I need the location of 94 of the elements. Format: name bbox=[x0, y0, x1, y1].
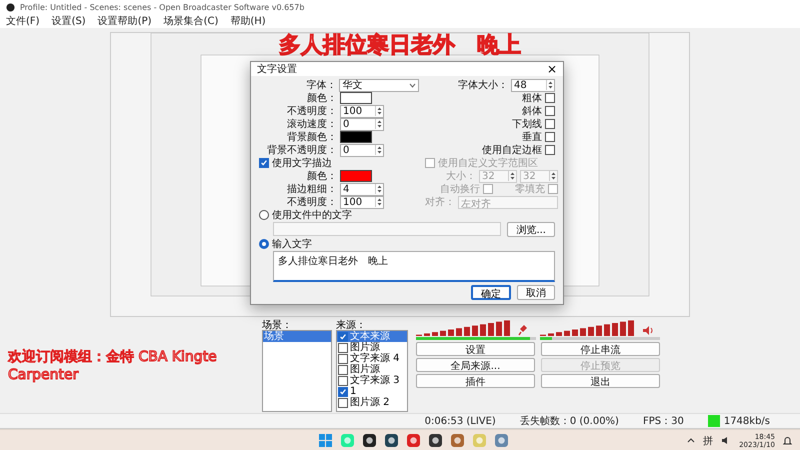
font-dropdown[interactable]: 华文 bbox=[339, 78, 419, 92]
chevron-down-icon bbox=[409, 82, 416, 88]
field-label: 不透明度： bbox=[286, 196, 337, 209]
overlay-caption: 欢迎订阅模组：金特 CBA Kingte Carpenter bbox=[8, 348, 218, 384]
checkbox-label: 自动换行 bbox=[440, 183, 480, 196]
field-label: 字体： bbox=[305, 78, 336, 92]
checkbox[interactable] bbox=[545, 145, 555, 155]
scene-item[interactable]: 场景 bbox=[263, 331, 331, 342]
checkbox-label: 使用自定边框 bbox=[482, 144, 542, 157]
checkbox[interactable] bbox=[338, 386, 348, 396]
file-path-field[interactable] bbox=[273, 222, 502, 236]
checkbox-label: 零填充 bbox=[515, 182, 545, 196]
app-icon[interactable] bbox=[363, 434, 376, 447]
checkbox[interactable] bbox=[545, 106, 555, 116]
field-label: 背景颜色： bbox=[286, 130, 337, 144]
checkbox[interactable] bbox=[338, 354, 348, 364]
close-button[interactable]: × bbox=[546, 62, 557, 76]
number-spinner[interactable]: 48 bbox=[511, 78, 555, 92]
fps-reading: FPS：30 bbox=[642, 415, 684, 428]
volume-slider[interactable] bbox=[416, 337, 536, 340]
checkbox[interactable] bbox=[338, 342, 348, 352]
speaker-icon[interactable] bbox=[642, 325, 654, 336]
app-icon[interactable] bbox=[385, 434, 398, 447]
chevron-up-icon[interactable] bbox=[687, 438, 696, 443]
checkbox-label: 使用文字描边 bbox=[272, 156, 332, 170]
checkbox[interactable] bbox=[338, 332, 348, 342]
checkbox-label: 粗体 bbox=[522, 92, 542, 105]
color-swatch[interactable] bbox=[340, 131, 372, 143]
window-title: Profile: Untitled - Scenes: scenes - Open Broadcaster Software v0.657b bbox=[20, 2, 304, 12]
field-label: 颜色： bbox=[306, 170, 337, 183]
ok-button[interactable]: 确定 bbox=[471, 285, 511, 300]
bell-icon[interactable] bbox=[783, 436, 792, 446]
stream-time: 0:06:53 (LIVE) bbox=[424, 416, 496, 426]
field-label: 描边粗细： bbox=[286, 182, 337, 196]
checkbox[interactable] bbox=[545, 132, 555, 142]
text-input-area[interactable]: 多人排位寒日老外 晚上 bbox=[273, 251, 555, 282]
checkbox[interactable] bbox=[545, 119, 555, 129]
checkbox[interactable] bbox=[338, 398, 348, 408]
cancel-button[interactable]: 取消 bbox=[517, 285, 555, 300]
source-item[interactable]: 文字来源 4 bbox=[350, 353, 400, 364]
field-label: 大小： bbox=[446, 170, 476, 183]
source-item[interactable]: 文字来源 3 bbox=[350, 375, 400, 386]
start-icon[interactable] bbox=[319, 434, 332, 447]
checkbox-label: 使用自定义文字范围区 bbox=[438, 156, 538, 170]
field-label: 滚动速度： bbox=[286, 118, 337, 131]
number-spinner[interactable]: 100 bbox=[340, 104, 384, 118]
overlay-title: 多人排位寒日老外 晚上 bbox=[279, 33, 521, 58]
ime-indicator[interactable]: 拼 bbox=[703, 434, 714, 448]
radio-label: 使用文件中的文字 bbox=[272, 208, 352, 222]
checkbox-label: 垂直 bbox=[522, 130, 542, 144]
source-item[interactable]: 图片源 bbox=[350, 342, 380, 353]
checkbox[interactable] bbox=[338, 376, 348, 386]
app-logo-icon bbox=[6, 2, 15, 12]
field-label: 字体大小： bbox=[458, 78, 508, 92]
menu-item[interactable]: 文件(F) bbox=[6, 14, 40, 28]
checkbox-label: 斜体 bbox=[522, 104, 542, 118]
field-label: 不透明度： bbox=[286, 104, 337, 118]
number-spinner[interactable]: 0 bbox=[340, 144, 384, 156]
dropped-frames: 丢失帧数：0 (0.00%) bbox=[520, 414, 619, 428]
control-button[interactable]: 退出 bbox=[541, 374, 660, 388]
control-button[interactable]: 全局来源... bbox=[416, 358, 535, 372]
menu-item[interactable]: 设置(S) bbox=[52, 14, 86, 28]
radio-button[interactable] bbox=[259, 239, 269, 249]
radio-label: 输入文字 bbox=[272, 238, 312, 251]
radio-button[interactable] bbox=[259, 210, 269, 220]
menu-item[interactable]: 场景集合(C) bbox=[164, 14, 218, 28]
number-spinner[interactable]: 4 bbox=[340, 182, 384, 196]
app-icon[interactable] bbox=[429, 434, 442, 447]
number-spinner[interactable]: 0 bbox=[340, 118, 384, 130]
bitrate-reading: 1748kb/s bbox=[724, 416, 770, 426]
field-label: 背景不透明度： bbox=[266, 144, 337, 157]
checkbox[interactable] bbox=[338, 364, 348, 374]
color-swatch[interactable] bbox=[340, 170, 372, 182]
scenes-label: 场景： bbox=[262, 318, 293, 330]
browse-button[interactable]: 浏览... bbox=[507, 222, 555, 237]
source-item[interactable]: 图片源 2 bbox=[350, 397, 390, 408]
control-button[interactable]: 设置 bbox=[416, 342, 535, 356]
menu-item[interactable]: 帮助(H) bbox=[230, 14, 266, 28]
sources-label: 来源： bbox=[336, 318, 366, 330]
checkbox-label: 下划线 bbox=[512, 118, 542, 131]
checkbox[interactable] bbox=[545, 93, 555, 103]
volume-slider[interactable] bbox=[540, 337, 660, 340]
microphone-icon[interactable] bbox=[518, 324, 528, 336]
control-button[interactable]: 停止串流 bbox=[541, 342, 660, 356]
menu-item[interactable]: 设置帮助(P) bbox=[98, 14, 152, 28]
source-item[interactable]: 1 bbox=[350, 386, 356, 397]
dialog-title: 文字设置 bbox=[257, 62, 297, 76]
field-label: 对齐： bbox=[425, 196, 455, 209]
field-label: 颜色： bbox=[306, 92, 337, 105]
color-swatch[interactable] bbox=[340, 92, 372, 104]
source-item[interactable]: 图片源 bbox=[350, 364, 380, 375]
number-spinner[interactable]: 100 bbox=[340, 196, 384, 208]
control-button[interactable]: 插件 bbox=[416, 374, 535, 388]
checkbox[interactable] bbox=[259, 158, 269, 168]
